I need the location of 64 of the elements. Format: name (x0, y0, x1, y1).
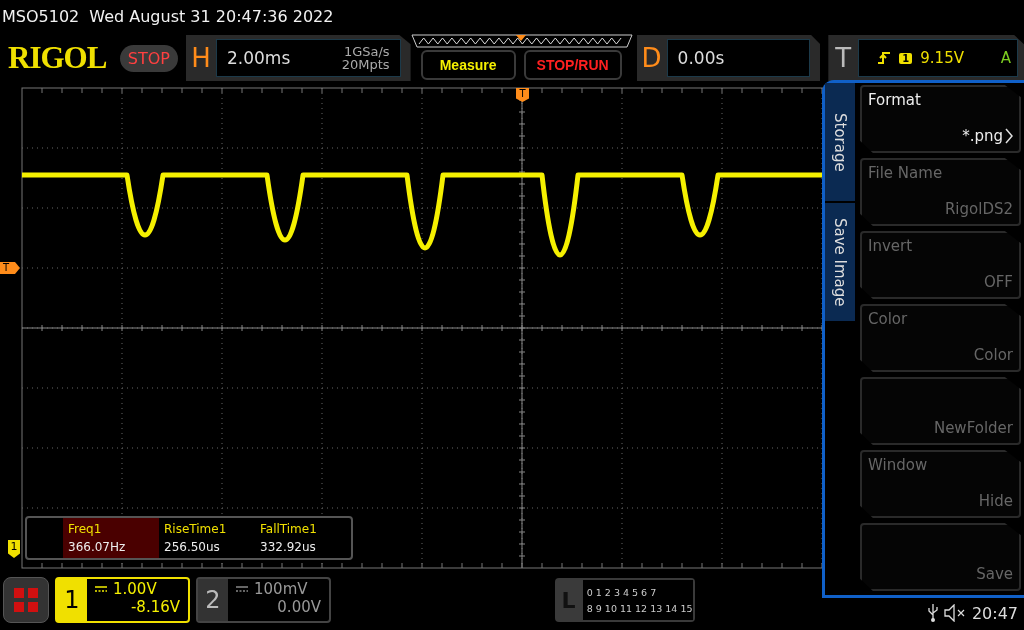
horizontal-label: H (190, 43, 212, 73)
date-time: Wed August 31 20:47:36 2022 (89, 6, 334, 26)
softkey-value: *.png (962, 127, 1003, 145)
softkey-label: Format (868, 91, 922, 109)
channel-scale: 100mV (254, 580, 308, 598)
channel-number: 2 (198, 579, 228, 621)
trigger-label: T (834, 43, 853, 73)
channel-offset: 0.00V (277, 598, 321, 616)
dc-coupling-icon (236, 586, 248, 592)
softkey-value: Save (976, 565, 1013, 583)
digital-channel-numbers: 8 9 10 11 12 13 14 15 (586, 602, 693, 614)
horizontal-panel[interactable]: H 2.00ms 1GSa/s 20Mpts (186, 35, 411, 81)
trigger-level: 9.15V (920, 49, 965, 67)
channel-panel[interactable]: 1 1.00V -8.16V (55, 577, 190, 623)
channel-number: 1 (57, 579, 87, 621)
clock-time: 20:47 (971, 603, 1018, 623)
measurement-name: FallTime1 (260, 522, 318, 536)
menu-tab[interactable]: Storage (825, 83, 855, 203)
usb-icon (927, 603, 938, 623)
logo: RIGOL (8, 40, 108, 76)
memory-depth: 20Mpts (341, 58, 390, 71)
sample-rate: 1GSa/s (343, 45, 390, 58)
measurement-item[interactable]: Freq1 366.07Hz (63, 518, 159, 558)
measurement-item[interactable]: FallTime1 332.92us (255, 518, 351, 558)
softkey-label: Invert (868, 237, 914, 255)
stop-run-button[interactable]: STOP/RUN (523, 50, 622, 80)
measurement-value: 256.50us (164, 540, 221, 554)
softkey-value: RigolDS2 (944, 200, 1013, 218)
softkey-value: NewFolder (933, 419, 1013, 437)
measurement-name: Freq1 (68, 522, 103, 536)
app-menu-button[interactable] (3, 577, 49, 623)
timebase-value: 2.00ms (227, 48, 291, 68)
trigger-source: 1 (899, 52, 913, 64)
channel-offset: -8.16V (130, 598, 180, 616)
dc-coupling-icon (95, 586, 107, 592)
delay-label: D (640, 43, 663, 73)
speaker-muted-icon (943, 604, 966, 622)
measure-button[interactable]: Measure (420, 50, 516, 80)
delay-panel[interactable]: D 0.00s (636, 35, 821, 81)
softkey-value: Hide (978, 492, 1013, 510)
delay-value: 0.00s (677, 48, 725, 68)
softkey-label: File Name (868, 164, 944, 182)
trigger-panel[interactable]: T 1 9.15V A (828, 35, 1024, 81)
trigger-position-marker[interactable]: T (516, 88, 529, 102)
channel-panel[interactable]: 2 100mV 0.00V (196, 577, 331, 623)
grid-icon (14, 588, 38, 612)
softkey-value: OFF (983, 273, 1013, 291)
measurement-value: 366.07Hz (68, 540, 127, 554)
channel-scale: 1.00V (113, 580, 157, 598)
model-name: MSO5102 (2, 6, 80, 26)
measurement-value: 332.92us (260, 540, 317, 554)
softkey-label: Window (868, 456, 929, 474)
softkey-value: Color (973, 346, 1013, 364)
menu-softkey[interactable]: Format *.png (860, 85, 1021, 153)
run-state: STOP (119, 44, 178, 72)
channel-marker[interactable]: 1 (8, 540, 20, 558)
menu-tab[interactable]: Save Image (825, 203, 855, 323)
softkey-label: Color (868, 310, 909, 328)
measurement-name: RiseTime1 (164, 522, 228, 536)
rising-edge-icon (877, 50, 892, 66)
measurement-item[interactable]: RiseTime1 256.50us (159, 518, 255, 558)
digital-channel-numbers: 0 1 2 3 4 5 6 7 (586, 586, 658, 598)
trigger-level-marker[interactable]: T (0, 262, 20, 274)
trigger-mode: A (1000, 49, 1011, 67)
